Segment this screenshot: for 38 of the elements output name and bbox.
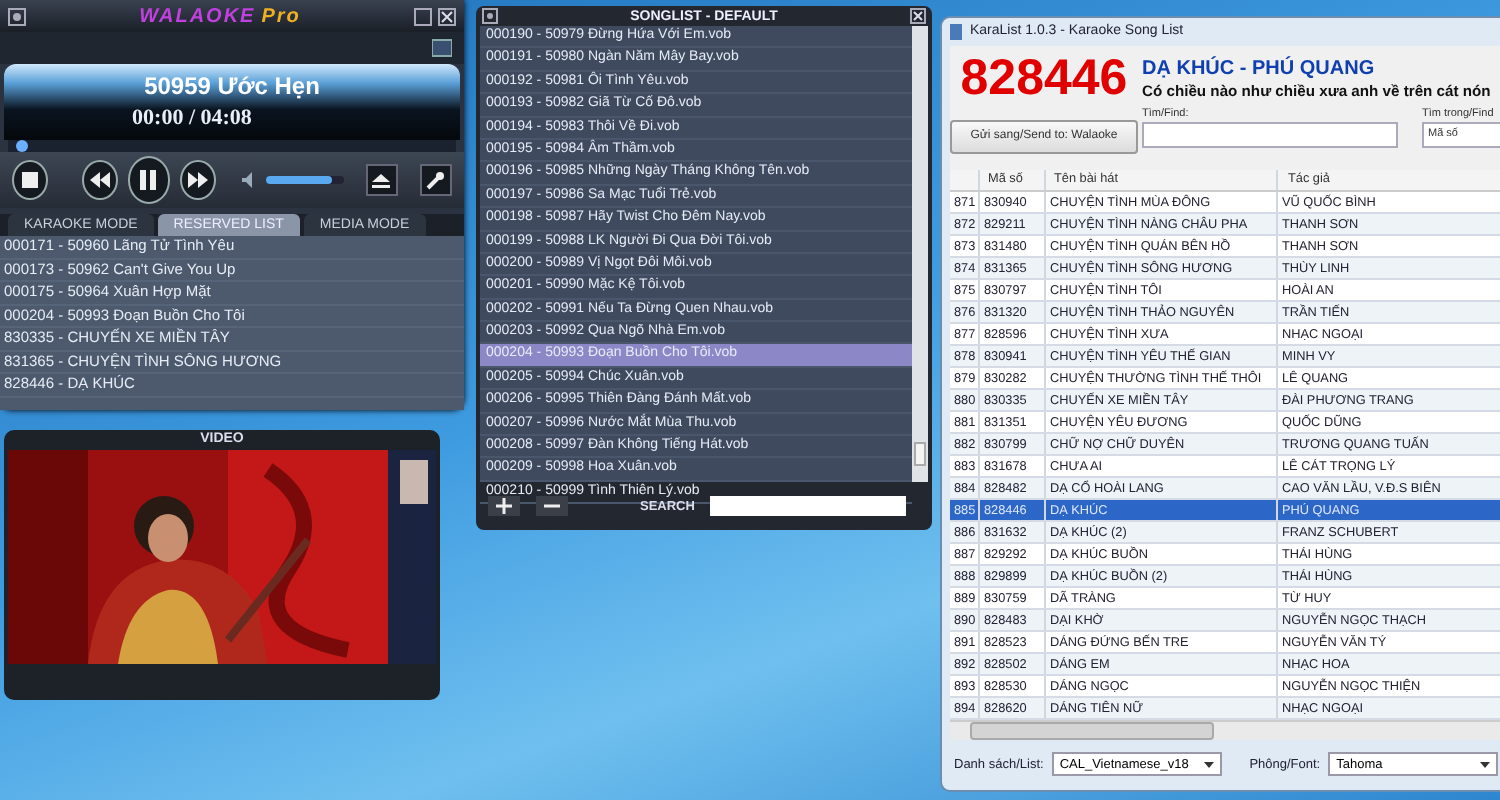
minus-icon <box>544 504 560 508</box>
remove-button[interactable] <box>536 496 568 516</box>
window-menu-icon[interactable] <box>482 8 498 24</box>
plus-icon <box>496 498 512 514</box>
progress-bar[interactable] <box>8 140 456 152</box>
settings-button[interactable] <box>419 164 452 196</box>
close-icon[interactable] <box>438 7 456 25</box>
scrollbar[interactable] <box>950 719 1500 740</box>
app-icon <box>950 23 962 40</box>
caret-icon <box>1479 761 1490 768</box>
fast-forward-button[interactable] <box>180 160 216 200</box>
close-icon[interactable] <box>909 8 926 24</box>
stop-button[interactable] <box>12 160 48 200</box>
fast-forward-icon <box>188 172 209 188</box>
song-code: 828446 <box>960 49 1128 108</box>
song-heading: DẠ KHÚC - PHÚ QUANG <box>1142 57 1377 80</box>
minimize-button[interactable] <box>414 7 432 25</box>
search-field[interactable] <box>710 496 907 516</box>
song-title: 50959 Ước Hẹn <box>144 72 320 100</box>
progress-thumb[interactable] <box>16 140 29 152</box>
screen-icon[interactable] <box>432 38 452 58</box>
window-menu-icon[interactable] <box>8 7 26 25</box>
rewind-button[interactable] <box>81 160 118 200</box>
eject-button[interactable] <box>365 164 398 196</box>
pause-icon <box>140 170 157 190</box>
add-button[interactable] <box>488 496 520 516</box>
rewind-icon <box>89 172 110 188</box>
song-time: 00:00 / 04:08 <box>132 106 252 130</box>
wrench-icon <box>426 171 445 189</box>
pause-button[interactable] <box>127 156 171 204</box>
eject-icon <box>372 173 391 187</box>
scrollbar[interactable] <box>912 26 928 482</box>
find-field[interactable] <box>1142 121 1398 148</box>
stop-icon <box>21 172 38 188</box>
speaker-icon[interactable] <box>242 172 257 188</box>
volume-slider[interactable] <box>266 176 344 184</box>
caret-icon <box>1203 761 1214 768</box>
app-logo: WALAOKE Pro <box>139 5 301 27</box>
